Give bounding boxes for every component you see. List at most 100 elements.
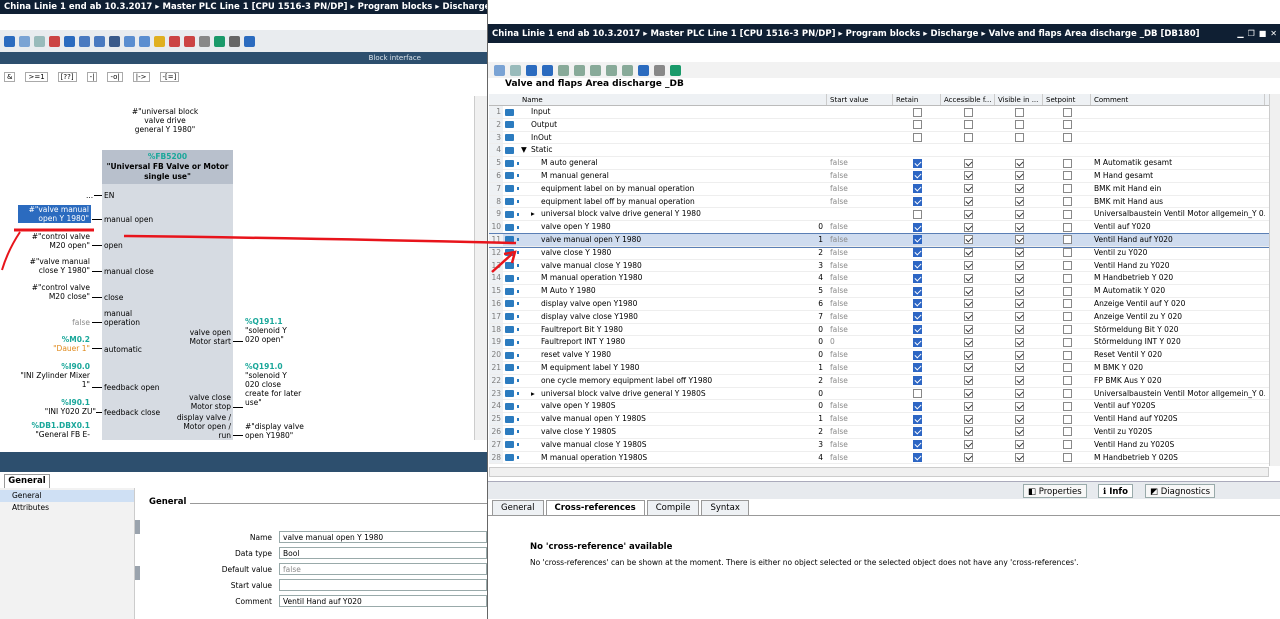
splitter-handle[interactable] (135, 566, 140, 580)
start-value[interactable]: false (827, 298, 893, 310)
comment[interactable]: Ventil auf Y020S (1091, 400, 1265, 412)
start-value[interactable]: false (827, 285, 893, 297)
setpoint-checkbox[interactable] (1062, 107, 1072, 117)
visible-checkbox[interactable] (1014, 414, 1024, 424)
setpoint-checkbox[interactable] (1062, 222, 1072, 232)
toolbar-icon[interactable] (229, 35, 240, 47)
accessible-checkbox[interactable] (963, 286, 973, 296)
name-field[interactable]: valve manual open Y 1980 (279, 531, 487, 543)
start-value-field[interactable] (279, 579, 487, 591)
variable-name[interactable]: valve open Y 1980S (519, 400, 812, 412)
setpoint-checkbox[interactable] (1062, 453, 1072, 463)
contact-button[interactable]: -| (86, 72, 98, 82)
variable-name[interactable]: equipment label off by manual operation (519, 196, 812, 208)
toolbar-icon[interactable] (79, 35, 90, 47)
retain-checkbox[interactable] (912, 350, 922, 360)
retain-checkbox[interactable] (912, 337, 922, 347)
accessible-checkbox[interactable] (963, 312, 973, 322)
table-vertical-scrollbar[interactable] (1269, 94, 1280, 466)
table-row[interactable]: 1 Input (489, 106, 1269, 119)
variable-name[interactable]: valve manual open Y 1980S (519, 413, 812, 425)
start-value[interactable]: false (827, 170, 893, 182)
accessible-checkbox[interactable] (963, 299, 973, 309)
start-value[interactable]: false (827, 311, 893, 323)
accessible-checkbox[interactable] (963, 401, 973, 411)
window-controls[interactable]: ▁ ❐ ■✕ (1237, 29, 1280, 38)
visible-checkbox[interactable] (1014, 184, 1024, 194)
setpoint-checkbox[interactable] (1062, 325, 1072, 335)
toolbar-icon[interactable] (622, 64, 633, 76)
start-value[interactable]: false (827, 221, 893, 233)
setpoint-checkbox[interactable] (1062, 299, 1072, 309)
variable-name[interactable]: valve manual close Y 1980 (519, 260, 812, 272)
table-row[interactable]: 12 valve close Y 1980 2 false Ventil zu Y020 (489, 246, 1269, 260)
accessible-checkbox[interactable] (963, 427, 973, 437)
comment[interactable]: Ventil Hand zu Y020 (1091, 260, 1265, 272)
col-name[interactable]: Name (519, 94, 827, 105)
tab-info[interactable]: ℹ Info (1098, 484, 1133, 498)
variable-name[interactable]: M equipment label Y 1980 (519, 362, 812, 374)
setpoint-checkbox[interactable] (1062, 273, 1072, 283)
variable-name[interactable]: M manual operation Y1980S (519, 452, 812, 464)
table-row[interactable]: 6 M manual general false M Hand gesamt (489, 169, 1269, 183)
visible-checkbox[interactable] (1014, 312, 1024, 322)
comment[interactable]: M Hand gesamt (1091, 170, 1265, 182)
setpoint-checkbox[interactable] (1062, 440, 1072, 450)
retain-checkbox[interactable] (912, 299, 922, 309)
retain-checkbox[interactable] (912, 171, 922, 181)
comment[interactable] (1091, 144, 1265, 156)
fbd-scrollbar[interactable] (474, 96, 487, 440)
comment[interactable]: Ventil Hand zu Y020S (1091, 439, 1265, 451)
variable-name[interactable]: ▸ universal block valve drive general Y 1… (519, 388, 812, 400)
retain-checkbox[interactable] (912, 248, 922, 258)
toolbar-icon[interactable] (670, 64, 681, 76)
tab-syntax[interactable]: Syntax (701, 500, 749, 515)
start-value[interactable] (827, 144, 893, 156)
accessible-checkbox[interactable] (963, 440, 973, 450)
visible-checkbox[interactable] (1014, 120, 1024, 130)
variable-name[interactable]: display valve open Y1980 (519, 298, 812, 310)
toolbar-icon[interactable] (154, 35, 165, 47)
comment[interactable] (1091, 132, 1265, 144)
table-row[interactable]: 21 M equipment label Y 1980 1 false M BMK Y … (489, 361, 1269, 375)
col-start-value[interactable]: Start value (827, 94, 893, 105)
variable-name[interactable]: M Auto Y 1980 (519, 285, 812, 297)
accessible-checkbox[interactable] (963, 197, 973, 207)
setpoint-checkbox[interactable] (1062, 414, 1072, 424)
retain-checkbox[interactable] (912, 273, 922, 283)
toolbar-icon[interactable] (214, 35, 225, 47)
table-row[interactable]: 28 M manual operation Y1980S 4 false M Handb… (489, 451, 1269, 465)
variable-name[interactable]: M auto general (519, 157, 812, 169)
toolbar-icon[interactable] (94, 35, 105, 47)
accessible-checkbox[interactable] (963, 209, 973, 219)
toolbar-icon[interactable] (19, 35, 30, 47)
accessible-checkbox[interactable] (963, 184, 973, 194)
output-signal[interactable]: "solenoid Y 020 close create for later u… (245, 371, 303, 407)
toolbar-icon[interactable] (4, 35, 15, 47)
input-signal[interactable]: "General FB E- (20, 430, 90, 439)
input-signal[interactable]: false (20, 318, 90, 327)
table-row[interactable]: 19 Faultreport INT Y 1980 0 0 Störmeldung IN… (489, 336, 1269, 350)
visible-checkbox[interactable] (1014, 133, 1024, 143)
visible-checkbox[interactable] (1014, 235, 1024, 245)
setpoint-checkbox[interactable] (1062, 363, 1072, 373)
setpoint-checkbox[interactable] (1062, 197, 1072, 207)
comment[interactable]: Universalbaustein Ventil Motor allgemein… (1091, 208, 1265, 220)
accessible-checkbox[interactable] (963, 261, 973, 271)
toolbar-icon[interactable] (494, 64, 505, 76)
retain-checkbox[interactable] (912, 440, 922, 450)
comment[interactable]: Ventil Hand auf Y020 (1091, 234, 1265, 246)
retain-checkbox[interactable] (912, 286, 922, 296)
comment[interactable]: M Handbetrieb Y 020S (1091, 452, 1265, 464)
toolbar-icon[interactable] (590, 64, 601, 76)
retain-checkbox[interactable] (912, 158, 922, 168)
start-value[interactable]: false (827, 324, 893, 336)
negated-contact-button[interactable]: -o| (107, 72, 123, 82)
start-value[interactable]: false (827, 157, 893, 169)
table-row[interactable]: 15 M Auto Y 1980 5 false M Automatik Y 020 (489, 285, 1269, 298)
comment[interactable]: Ventil zu Y020S (1091, 426, 1265, 438)
setpoint-checkbox[interactable] (1062, 158, 1072, 168)
start-value[interactable]: false (827, 426, 893, 438)
accessible-checkbox[interactable] (963, 171, 973, 181)
comment[interactable] (1091, 119, 1265, 131)
